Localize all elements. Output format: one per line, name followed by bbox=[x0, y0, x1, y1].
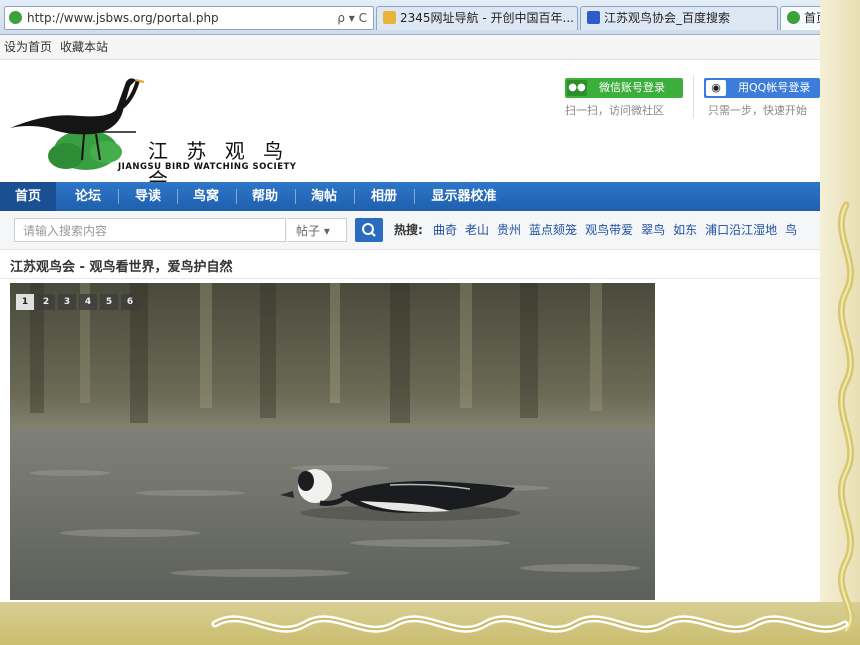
bookmark-link[interactable]: 收藏本站 bbox=[60, 40, 108, 54]
nav-help[interactable]: 帮助 bbox=[237, 182, 293, 211]
search-bar: 请输入搜索内容 帖子 ▾ 热搜: 曲奇 老山 贵州 蓝点颏笼 观鸟带爱 翠鸟 如东 浦口沿江湿… bbox=[0, 211, 820, 250]
nav-guide[interactable]: 导读 bbox=[120, 182, 176, 211]
hot-search-link[interactable]: 观鸟带爱 bbox=[585, 223, 633, 237]
wechat-login-label: 微信账号登录 bbox=[599, 81, 665, 94]
site-header: 江 苏 观 鸟 会 JIANGSU BIRD WATCHING SOCIETY … bbox=[0, 60, 820, 192]
tab-baidu-search[interactable]: 江苏观鸟协会_百度搜索 bbox=[580, 6, 778, 30]
set-home-link[interactable]: 设为首页 bbox=[4, 40, 52, 54]
hot-search-link[interactable]: 鸟 bbox=[785, 223, 797, 237]
baidu-paw-icon bbox=[587, 11, 600, 24]
address-tools[interactable]: ρ ▾ C bbox=[337, 7, 367, 29]
tab-label: 首页 bbox=[804, 11, 820, 25]
logo-english-name: JIANGSU BIRD WATCHING SOCIETY bbox=[118, 162, 297, 172]
tab-favicon-icon bbox=[383, 11, 396, 24]
tab-label: 2345网址导航 - 开创中国百年... bbox=[400, 11, 574, 25]
hot-search-link[interactable]: 如东 bbox=[673, 223, 697, 237]
hot-search-label: 热搜: bbox=[394, 223, 423, 237]
url-text: http://www.jsbws.org/portal.php bbox=[27, 11, 219, 25]
slide-background-bottom bbox=[0, 602, 860, 645]
tab-label: 江苏观鸟协会_百度搜索 bbox=[604, 11, 731, 25]
featured-photo[interactable] bbox=[10, 283, 655, 600]
nav-forum[interactable]: 论坛 bbox=[60, 182, 116, 211]
hot-search-link[interactable]: 蓝点颏笼 bbox=[529, 223, 577, 237]
slider-page-button[interactable]: 2 bbox=[37, 294, 55, 310]
slider-page-button[interactable]: 5 bbox=[100, 294, 118, 310]
hot-search-link[interactable]: 曲奇 bbox=[433, 223, 457, 237]
nav-monitor-calibration[interactable]: 显示器校准 bbox=[418, 182, 510, 211]
site-logo[interactable]: 江 苏 观 鸟 会 JIANGSU BIRD WATCHING SOCIETY bbox=[8, 72, 298, 192]
search-button[interactable] bbox=[355, 218, 383, 242]
search-type-select[interactable]: 帖子 ▾ bbox=[287, 218, 347, 242]
tab-home[interactable]: 首页 bbox=[780, 6, 820, 30]
slider-page-button[interactable]: 3 bbox=[58, 294, 76, 310]
slider-page-button[interactable]: 6 bbox=[121, 294, 139, 310]
site-icon bbox=[9, 11, 22, 24]
main-nav: 首页 论坛 导读 鸟窝 帮助 淘帖 相册 显示器校准 bbox=[0, 182, 820, 211]
nav-divider bbox=[354, 189, 355, 204]
browser-toolbar: http://www.jsbws.org/portal.php ρ ▾ C 23… bbox=[0, 0, 820, 35]
wechat-login-hint: 扫一扫，访问微社区 bbox=[565, 104, 664, 117]
wechat-icon: ●● bbox=[567, 80, 587, 96]
qq-penguin-icon: ◉ bbox=[706, 80, 726, 96]
search-input[interactable]: 请输入搜索内容 bbox=[14, 218, 286, 242]
tab-2345[interactable]: 2345网址导航 - 开创中国百年... bbox=[376, 6, 578, 30]
nav-bird-nest[interactable]: 鸟窝 bbox=[178, 182, 234, 211]
tagline-bar: 江苏观鸟会 - 观鸟看世界，爱鸟护自然 bbox=[0, 250, 820, 279]
nav-home[interactable]: 首页 bbox=[0, 182, 56, 211]
slide-background-right bbox=[820, 0, 860, 645]
wechat-login-button[interactable]: ●● 微信账号登录 bbox=[565, 78, 683, 98]
qq-login-hint: 只需一步，快速开始 bbox=[708, 104, 807, 117]
slider-pager: 123456 bbox=[16, 289, 142, 310]
search-icon bbox=[362, 223, 376, 237]
qq-login-button[interactable]: ◉ 用QQ帐号登录 bbox=[704, 78, 820, 98]
slider-page-button[interactable]: 1 bbox=[16, 294, 34, 310]
site-tagline: 江苏观鸟会 - 观鸟看世界，爱鸟护自然 bbox=[10, 260, 233, 275]
hot-search-link[interactable]: 贵州 bbox=[497, 223, 521, 237]
nav-divider bbox=[118, 189, 119, 204]
nav-collections[interactable]: 淘帖 bbox=[296, 182, 352, 211]
top-links-bar: 设为首页 收藏本站 bbox=[0, 35, 820, 60]
hot-search-link[interactable]: 老山 bbox=[465, 223, 489, 237]
tab-favicon-icon bbox=[787, 11, 800, 24]
qq-login-label: 用QQ帐号登录 bbox=[738, 81, 811, 94]
nav-divider bbox=[414, 189, 415, 204]
address-bar[interactable]: http://www.jsbws.org/portal.php ρ ▾ C bbox=[4, 6, 374, 30]
browser-screenshot: http://www.jsbws.org/portal.php ρ ▾ C 23… bbox=[0, 0, 820, 602]
slider-page-button[interactable]: 4 bbox=[79, 294, 97, 310]
hot-search-list: 曲奇 老山 贵州 蓝点颏笼 观鸟带爱 翠鸟 如东 浦口沿江湿地鸟 bbox=[433, 221, 805, 238]
bird-photo-image bbox=[10, 283, 655, 600]
hot-search-link[interactable]: 浦口沿江湿地 bbox=[705, 223, 777, 237]
login-divider bbox=[693, 76, 694, 118]
nav-album[interactable]: 相册 bbox=[356, 182, 412, 211]
hot-search-link[interactable]: 翠鸟 bbox=[641, 223, 665, 237]
